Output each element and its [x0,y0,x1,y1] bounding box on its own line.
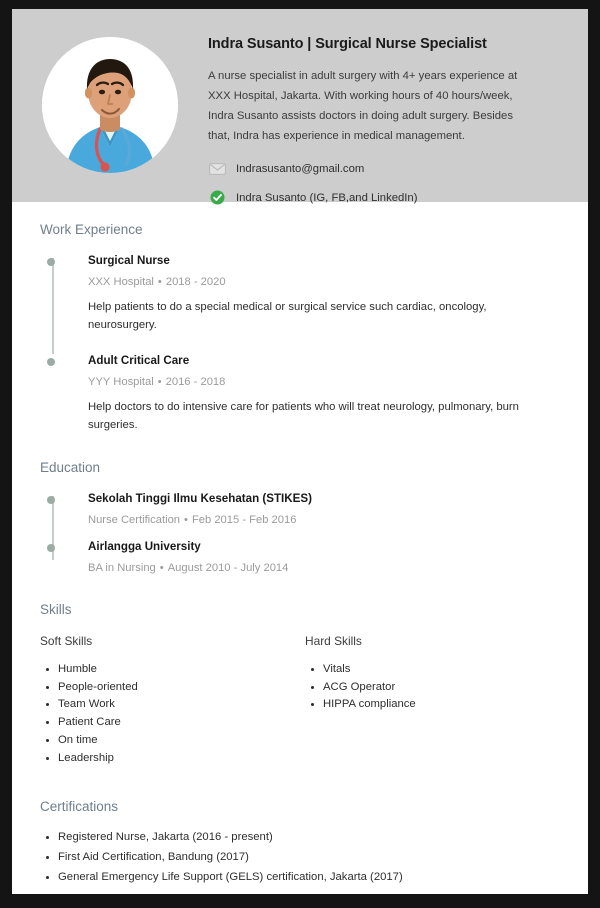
education-meta: Nurse Certification • Feb 2015 - Feb 2016 [88,514,560,526]
hard-skills-label: Hard Skills [305,634,362,648]
work-meta: YYY Hospital • 2016 - 2018 [88,376,560,388]
timeline-rail [52,258,54,354]
verified-check-icon [208,188,227,207]
education-degree: Nurse Certification [88,514,181,526]
education-dates: August 2010 - July 2014 [167,562,289,574]
section-title-education: Education [40,460,101,475]
work-dates: 2016 - 2018 [165,376,226,388]
section-skills: Skills Soft Skills Humble People-oriente… [40,574,560,767]
section-education: Education Sekolah Tinggi Ilmu Kesehatan … [40,434,560,574]
soft-skills-list: Humble People-oriented Team Work Patient… [40,661,305,766]
timeline-dot [46,258,55,266]
resume-body: Work Experience Surgical Nurse XXX Hospi… [12,202,588,885]
contact-social-label: Indra Susanto (IG, FB,and LinkedIn) [236,191,418,204]
list-item: HIPPA compliance [305,696,570,713]
work-description: Help patients to do a special medical or… [88,301,487,331]
list-item: Humble [40,661,305,678]
education-degree: BA in Nursing [88,562,156,574]
meta-separator: • [159,562,164,574]
list-item: ACG Operator [305,679,570,696]
certifications-list: Registered Nurse, Jakarta (2016 - presen… [40,829,560,885]
work-role: Surgical Nurse [88,254,170,267]
work-item: Surgical Nurse XXX Hospital • 2018 - 2020 … [46,254,560,334]
hard-skills-list: Vitals ACG Operator HIPPA compliance [305,661,570,713]
profile-summary: A nurse specialist in adult surgery with… [208,70,518,143]
list-item: On time [40,732,305,749]
contact-email-label: Indrasusanto@gmail.com [236,162,365,175]
list-item: Patient Care [40,714,305,731]
portrait-illustration [42,37,178,173]
section-title-certifications: Certifications [40,799,119,815]
section-work-experience: Work Experience Surgical Nurse XXX Hospi… [40,202,560,434]
skills-columns: Soft Skills Humble People-oriented Team … [40,634,560,767]
timeline-dot [46,544,55,552]
soft-skills-label: Soft Skills [40,634,93,648]
meta-separator: • [157,376,162,388]
education-dates: Feb 2015 - Feb 2016 [191,514,297,526]
contact-email[interactable]: Indrasusanto@gmail.com [208,159,560,178]
meta-separator: • [157,276,162,288]
list-item: First Aid Certification, Bandung (2017) [40,849,560,866]
list-item: General Emergency Life Support (GELS) ce… [40,869,560,886]
education-meta: BA in Nursing • August 2010 - July 2014 [88,562,560,574]
page-title: Indra Susanto | Surgical Nurse Specialis… [208,36,487,52]
work-dates: 2018 - 2020 [165,276,226,288]
envelope-icon [208,159,227,178]
resume-page: Indra Susanto | Surgical Nurse Specialis… [12,9,588,894]
section-title-work: Work Experience [40,222,143,237]
work-timeline: Surgical Nurse XXX Hospital • 2018 - 2020 … [40,254,560,434]
profile-photo-container [12,9,208,173]
avatar [42,37,178,173]
work-item: Adult Critical Care YYY Hospital • 2016 - … [46,354,560,434]
work-role: Adult Critical Care [88,354,190,367]
timeline-dot [46,358,55,366]
education-school: Sekolah Tinggi Ilmu Kesehatan (STIKES) [88,492,312,505]
soft-skills-column: Soft Skills Humble People-oriented Team … [40,634,305,767]
hard-skills-column: Hard Skills Vitals ACG Operator HIPPA co… [305,634,570,767]
education-timeline: Sekolah Tinggi Ilmu Kesehatan (STIKES) N… [40,492,560,574]
header-text-block: Indra Susanto | Surgical Nurse Specialis… [208,9,588,217]
work-org: YYY Hospital [88,376,154,388]
list-item: Vitals [305,661,570,678]
list-item: Leadership [40,750,305,767]
list-item: People-oriented [40,679,305,696]
timeline-dot [46,496,55,504]
meta-separator: • [184,514,188,526]
section-title-skills: Skills [40,602,72,617]
education-item: Airlangga University BA in Nursing • Augus… [46,540,560,574]
contact-social[interactable]: Indra Susanto (IG, FB,and LinkedIn) [208,188,560,207]
work-org: XXX Hospital [88,276,154,288]
work-meta: XXX Hospital • 2018 - 2020 [88,276,560,288]
education-item: Sekolah Tinggi Ilmu Kesehatan (STIKES) N… [46,492,560,526]
list-item: Registered Nurse, Jakarta (2016 - presen… [40,829,560,846]
resume-header: Indra Susanto | Surgical Nurse Specialis… [12,9,588,205]
education-school: Airlangga University [88,540,201,553]
screenshot-frame: Indra Susanto | Surgical Nurse Specialis… [0,0,600,908]
section-certifications: Certifications Registered Nurse, Jakarta… [40,767,560,885]
work-description: Help doctors to do intensive care for pa… [88,401,519,431]
list-item: Team Work [40,696,305,713]
